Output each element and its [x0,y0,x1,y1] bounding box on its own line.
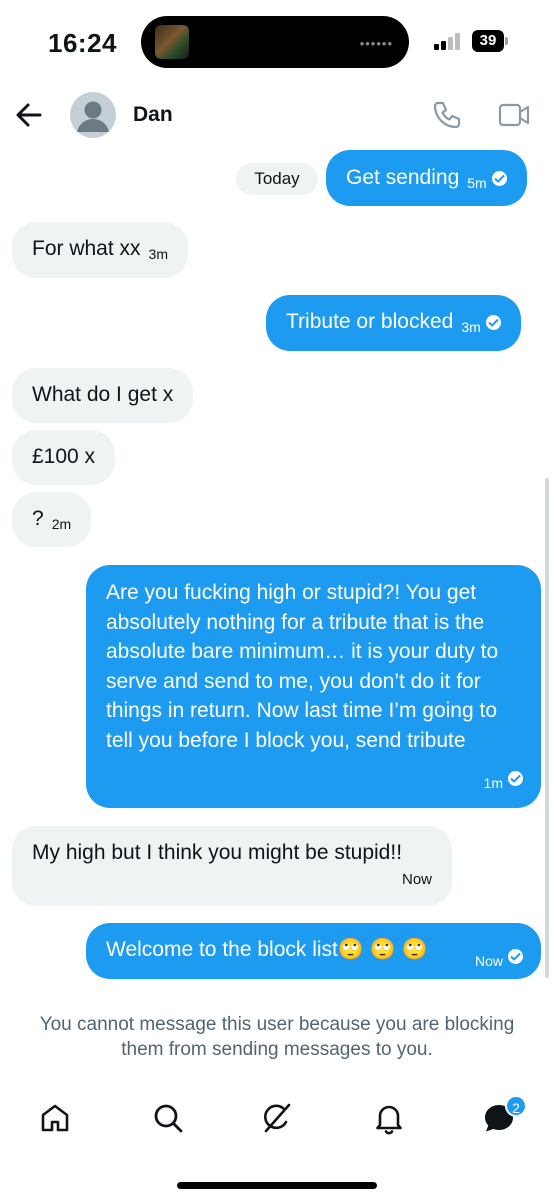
message-bubble-incoming[interactable]: My high but I think you might be stupid!… [12,826,452,906]
home-indicator[interactable] [177,1182,377,1189]
blocked-notice: You cannot message this user because you… [39,1014,515,1060]
read-receipt-icon [508,770,523,786]
read-receipt-icon [485,315,501,330]
message-text: Are you fucking high or stupid?! You get… [106,581,499,752]
message-bubble-outgoing[interactable]: Are you fucking high or stupid?! You get… [86,565,541,808]
home-icon[interactable] [37,1100,73,1136]
avatar[interactable] [70,92,116,138]
message-text: Tribute or blocked [286,310,454,333]
read-receipt-icon [491,171,507,186]
now-playing-artwork [155,25,189,59]
message-bubble-outgoing[interactable]: Get sending 5m [326,150,527,206]
message-text: Welcome to the block list🙄 🙄 🙄 [106,938,428,961]
bell-icon[interactable] [371,1100,407,1136]
message-time: Now [474,953,503,969]
message-meta: Now [467,941,523,976]
dynamic-island[interactable]: •••••• [141,16,409,68]
message-time: 5m [467,175,487,191]
phone-icon[interactable] [431,99,463,131]
grok-icon[interactable] [259,1100,295,1136]
message-time: Now [401,871,432,888]
cellular-signal-icon [434,32,464,50]
audio-waveform-icon: •••••• [359,36,393,51]
message-bubble-incoming[interactable]: For what xx 3m [12,222,188,278]
message-time: 1m [483,774,503,791]
message-text: What do I get x [32,383,174,406]
video-camera-icon[interactable] [497,99,531,131]
message-text: Get sending [346,166,460,189]
message-text: ? [32,507,44,530]
message-text: For what xx [32,237,141,260]
message-text: My high but I think you might be stupid!… [32,841,403,864]
message-time: 3m [461,319,481,335]
message-time: 2m [51,516,72,532]
status-time: 16:24 [48,28,117,58]
message-bubble-incoming[interactable]: What do I get x [12,368,194,423]
conversation-header: Dan [0,86,554,146]
messages-unread-badge: 2 [505,1095,527,1117]
message-bubble-incoming[interactable]: ? 2m [12,492,92,547]
battery-level: 39 [472,30,504,52]
date-divider: Today [236,163,318,195]
message-bubble-incoming[interactable]: £100 x [12,430,116,485]
message-text: £100 x [32,445,96,468]
message-time: 3m [148,246,168,262]
message-bubble-outgoing[interactable]: Tribute or blocked 3m [266,295,521,351]
battery-icon: 39 [472,30,508,52]
back-arrow-icon[interactable] [12,98,46,132]
contact-name[interactable]: Dan [133,103,173,127]
bottom-navigation [0,1090,554,1150]
search-icon[interactable] [150,1100,186,1136]
message-meta: 1m [476,763,523,799]
scrollbar[interactable] [545,478,549,978]
read-receipt-icon [508,949,523,964]
message-bubble-outgoing[interactable]: Welcome to the block list🙄 🙄 🙄 Now [86,923,541,979]
status-bar: 16:24 •••••• 39 [0,0,554,86]
